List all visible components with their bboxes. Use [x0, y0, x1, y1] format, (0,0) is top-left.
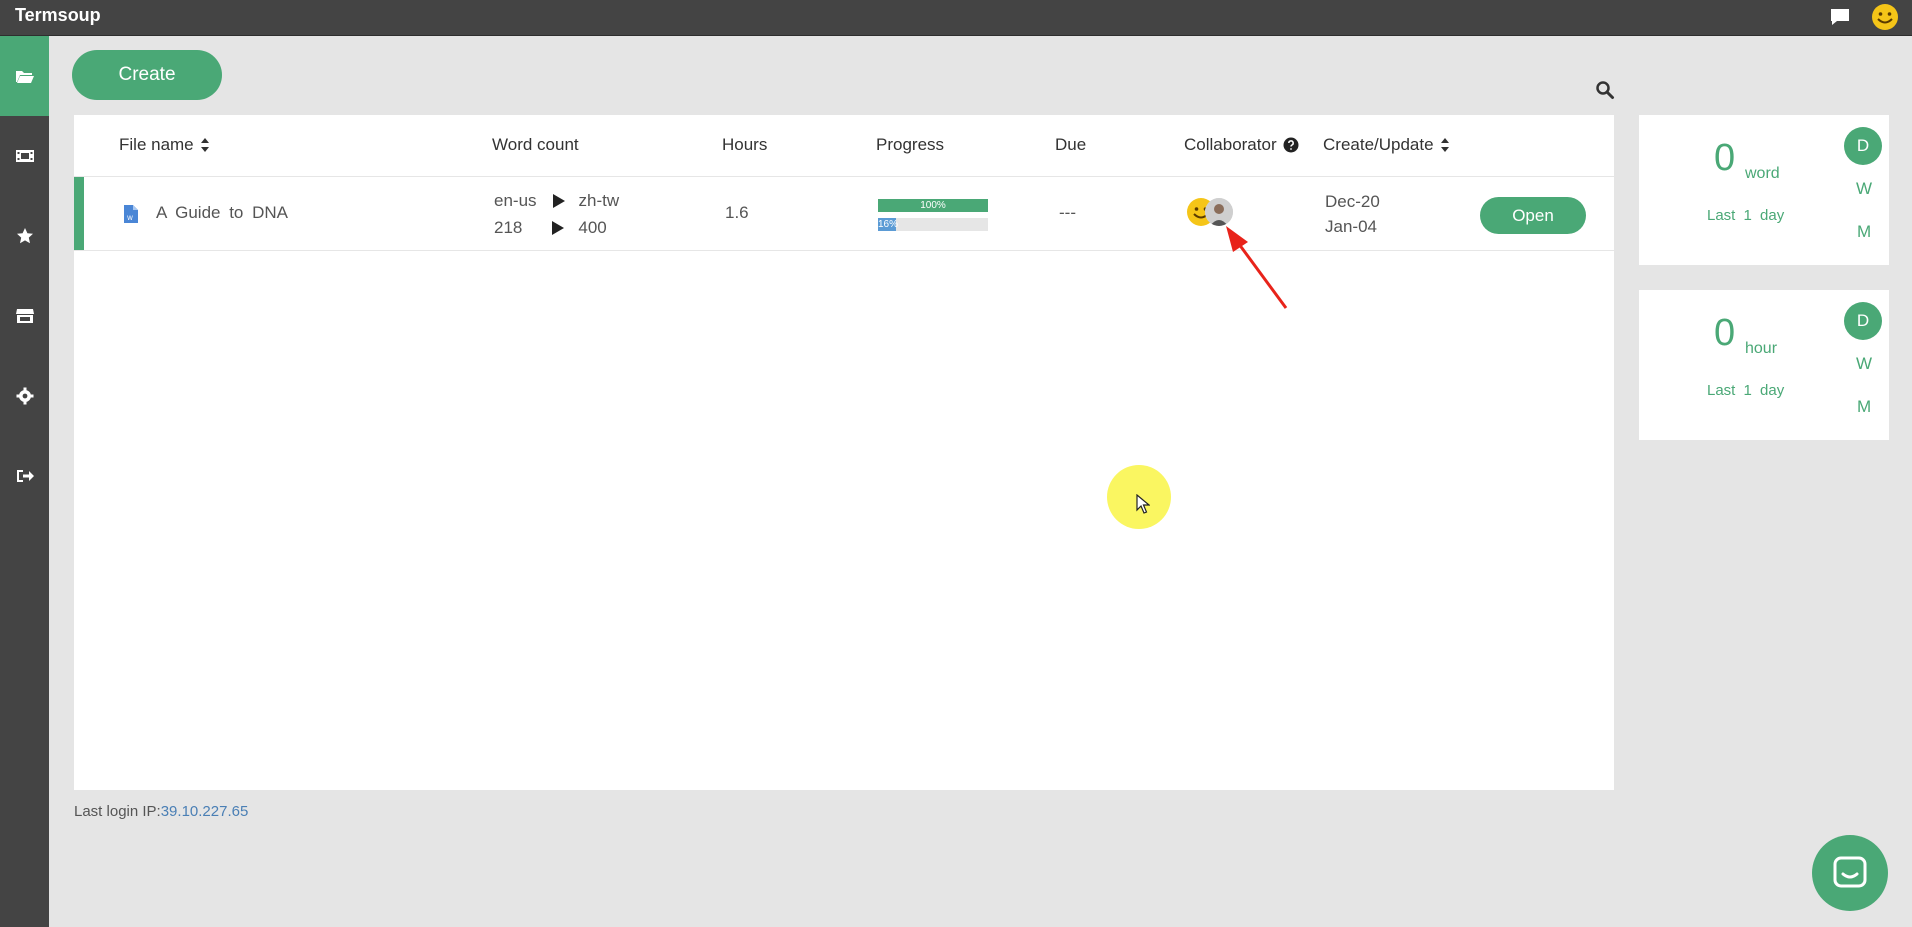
user-avatar-icon[interactable]	[1870, 2, 1900, 32]
last-login-label: Last login IP:	[74, 803, 161, 820]
word-unit: word	[1745, 165, 1780, 182]
play-arrow-icon	[552, 193, 565, 208]
header-due: Due	[1055, 135, 1086, 155]
header-hours-label: Hours	[722, 135, 768, 154]
source-word-count: 218	[494, 217, 523, 237]
chat-window-icon	[1833, 856, 1867, 888]
store-icon	[15, 309, 34, 323]
hour-unit: hour	[1745, 340, 1778, 357]
chat-bubble-icon[interactable]	[1828, 5, 1852, 29]
word-stats-card: 0 word Last 1 day D W M	[1639, 115, 1889, 265]
header-progress-label: Progress	[876, 135, 945, 154]
sidebar	[0, 36, 49, 927]
header-due-label: Due	[1055, 135, 1087, 154]
table-header: File name Word count Hours Progress Due …	[74, 115, 1614, 177]
svg-text:W: W	[127, 215, 133, 222]
question-circle-icon[interactable]	[1283, 137, 1299, 153]
sidebar-item-favorites[interactable]	[0, 196, 49, 276]
top-bar: Termsoup	[0, 0, 1912, 36]
row-selected-marker	[74, 177, 84, 250]
hour-count-total: 0	[1714, 312, 1736, 354]
hour-tab-week[interactable]: W	[1856, 354, 1872, 374]
header-word-count-label: Word count	[492, 135, 579, 154]
file-table: File name Word count Hours Progress Due …	[74, 115, 1614, 790]
sidebar-item-media[interactable]	[0, 116, 49, 196]
header-collaborator-label: Collaborator	[1184, 135, 1277, 154]
last-login-ip: 39.10.227.65	[160, 803, 249, 820]
created-date: Dec-20	[1325, 192, 1380, 211]
word-counts: 218 400	[494, 214, 619, 241]
header-collaborator: Collaborator	[1184, 135, 1299, 155]
hours-value: 1.6	[725, 203, 749, 222]
folder-open-icon	[15, 71, 34, 83]
create-update-cell: Dec-20 Jan-04	[1325, 189, 1380, 239]
header-create-update-label: Create/Update	[1323, 135, 1434, 154]
sidebar-item-settings[interactable]	[0, 356, 49, 436]
source-language: en-us	[494, 190, 537, 210]
app-title: Termsoup	[15, 5, 101, 25]
word-period: Last 1 day	[1707, 207, 1785, 224]
language-pair: en-us zh-tw	[494, 187, 619, 214]
progress-label-secondary: 16%	[878, 219, 899, 230]
header-create-update[interactable]: Create/Update	[1323, 135, 1450, 155]
create-button[interactable]: Create	[72, 50, 222, 100]
progress-label-primary: 100%	[920, 200, 946, 211]
header-word-count: Word count	[492, 135, 579, 155]
table-row[interactable]: W A Guide to DNA en-us zh-tw 218 400 1.6…	[74, 177, 1614, 251]
target-word-count: 400	[578, 217, 607, 237]
sign-out-icon	[16, 470, 34, 482]
word-count-total: 0	[1714, 137, 1736, 179]
header-progress: Progress	[876, 135, 944, 155]
sidebar-item-store[interactable]	[0, 276, 49, 356]
film-icon	[15, 150, 34, 162]
progress-bar-primary: 100%	[878, 199, 988, 212]
sort-icon	[1440, 138, 1449, 152]
hour-tab-month[interactable]: M	[1857, 397, 1871, 417]
sort-icon	[200, 138, 209, 152]
annotation-arrow-icon	[1226, 226, 1288, 309]
header-file-name-label: File name	[119, 135, 194, 154]
open-button[interactable]: Open	[1480, 197, 1586, 234]
target-language: zh-tw	[578, 190, 620, 210]
due-value: ---	[1059, 203, 1076, 222]
word-tab-week[interactable]: W	[1856, 179, 1872, 199]
hour-stats-card: 0 hour Last 1 day D W M	[1639, 290, 1889, 440]
header-hours: Hours	[722, 135, 767, 155]
word-count-cell: en-us zh-tw 218 400	[494, 187, 619, 241]
hour-period: Last 1 day	[1707, 382, 1785, 399]
word-tab-day[interactable]: D	[1844, 127, 1882, 165]
last-login-info: Last login IP:39.10.227.65	[74, 803, 248, 820]
file-name[interactable]: A Guide to DNA	[156, 203, 288, 223]
header-file-name[interactable]: File name	[119, 135, 210, 155]
star-icon	[16, 228, 33, 244]
updated-date: Jan-04	[1325, 217, 1377, 236]
mouse-pointer-icon	[1136, 494, 1150, 514]
word-tab-month[interactable]: M	[1857, 222, 1871, 242]
play-arrow-icon	[552, 220, 565, 235]
sidebar-item-logout[interactable]	[0, 436, 49, 516]
hour-tab-day[interactable]: D	[1844, 302, 1882, 340]
sidebar-item-files[interactable]	[0, 36, 49, 116]
progress-bar-secondary: 16%	[878, 218, 988, 231]
gear-icon	[16, 387, 33, 405]
search-icon[interactable]	[1595, 80, 1615, 100]
word-document-icon: W	[124, 205, 138, 223]
support-chat-button[interactable]	[1812, 835, 1888, 911]
